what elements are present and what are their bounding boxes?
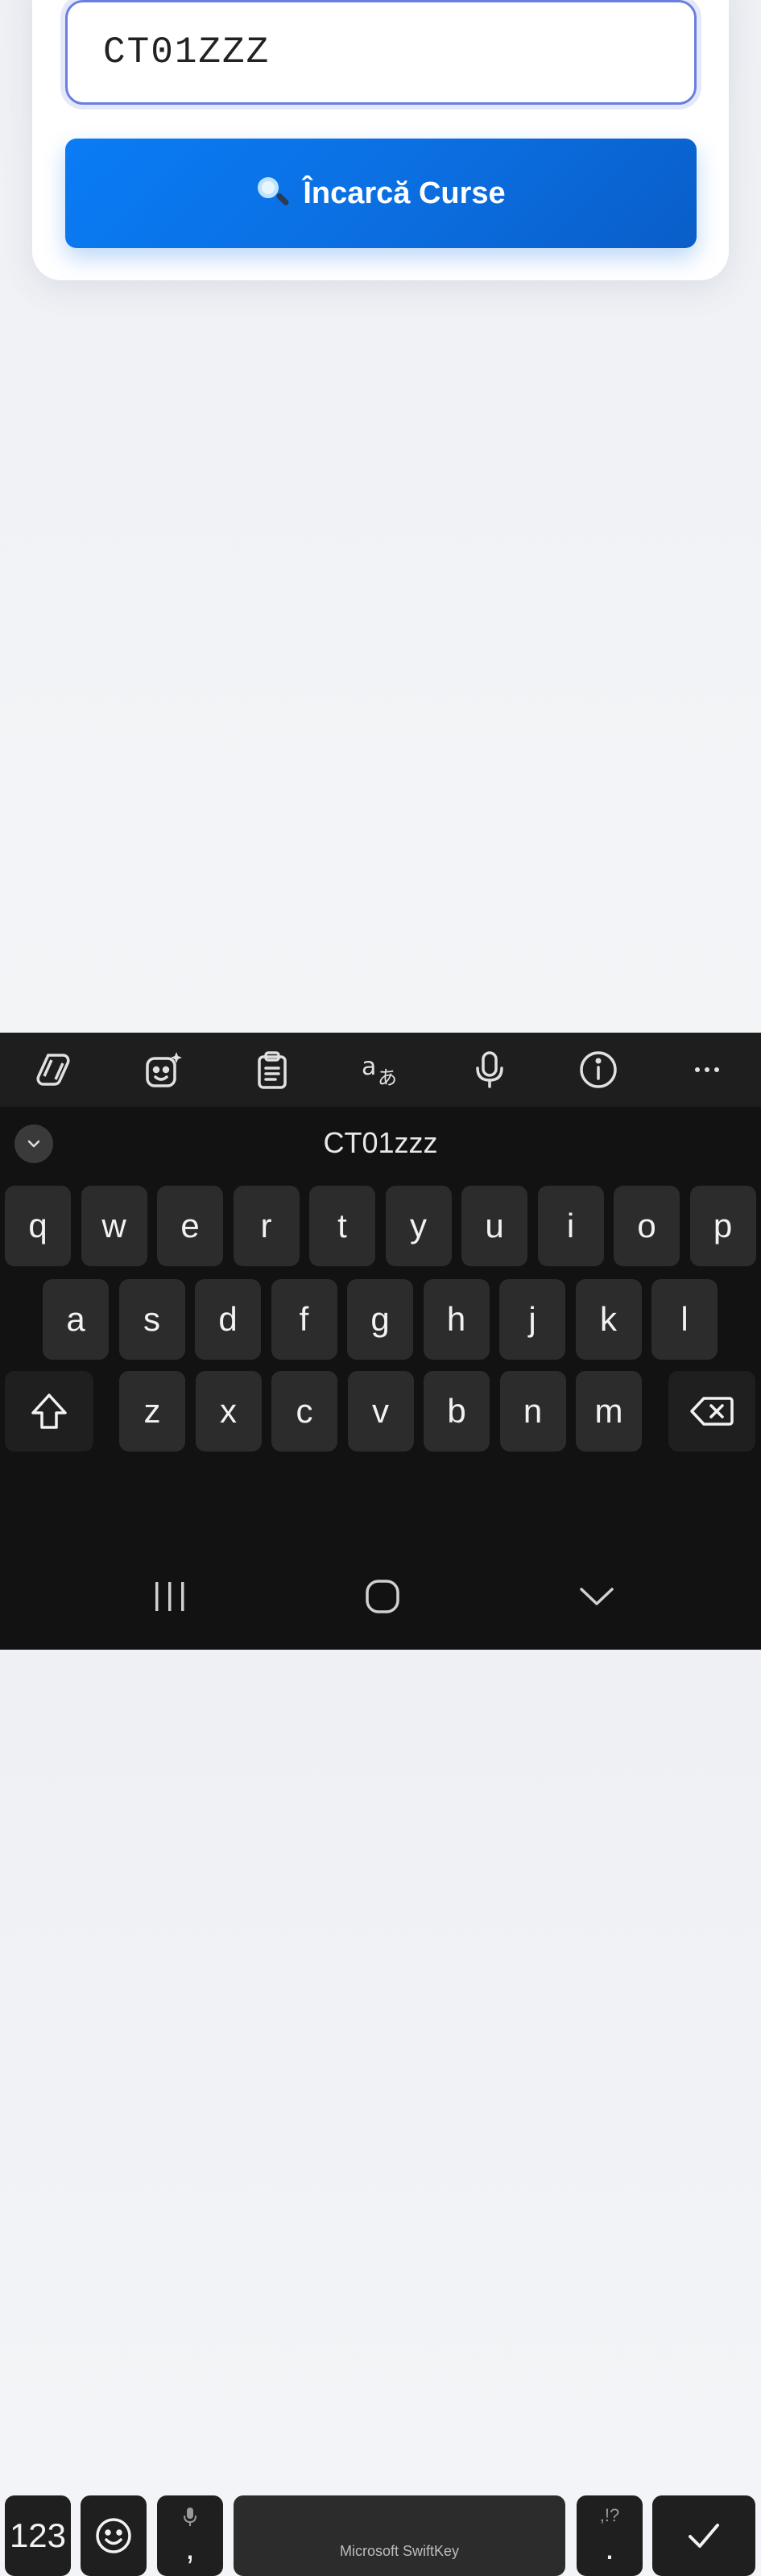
microphone-icon[interactable] (465, 1046, 514, 1094)
key-g[interactable]: g (347, 1279, 413, 1360)
key-l[interactable]: l (651, 1279, 718, 1360)
key-m[interactable]: m (576, 1371, 642, 1452)
chevron-down-icon[interactable] (14, 1124, 53, 1163)
checkmark-icon (689, 2524, 719, 2548)
enter-check-key[interactable] (652, 2495, 755, 2576)
key-o[interactable]: o (614, 1186, 680, 1266)
keyboard-toolbar: a あ (0, 1033, 761, 1107)
code-input-value: CT01ZZZ (103, 31, 271, 73)
suggestion-word[interactable]: CT01zzz (323, 1126, 437, 1160)
back-button[interactable] (560, 1564, 633, 1629)
magnifier-icon (256, 176, 292, 211)
key-j[interactable]: j (499, 1279, 565, 1360)
mic-small-icon (184, 2508, 196, 2526)
shift-key[interactable] (5, 1371, 93, 1452)
emoji-key[interactable] (81, 2495, 147, 2576)
key-h[interactable]: h (423, 1279, 490, 1360)
key-b[interactable]: b (424, 1371, 490, 1452)
key-t[interactable]: t (309, 1186, 375, 1266)
recent-apps-icon (155, 1582, 184, 1611)
shift-arrow-icon (31, 1394, 67, 1429)
key-y[interactable]: y (385, 1186, 452, 1266)
svg-text:a: a (362, 1053, 376, 1081)
key-p[interactable]: p (689, 1186, 756, 1266)
chevron-down-icon (580, 1588, 614, 1605)
home-icon (366, 1580, 399, 1613)
key-v[interactable]: v (347, 1371, 414, 1452)
more-icon[interactable] (683, 1046, 731, 1094)
key-s[interactable]: s (118, 1279, 185, 1360)
period-label: . (605, 2528, 614, 2566)
load-courses-button[interactable]: Încarcă Curse (65, 139, 697, 248)
key-z[interactable]: z (119, 1371, 185, 1452)
key-a[interactable]: a (43, 1279, 109, 1360)
backspace-key[interactable] (668, 1371, 755, 1452)
system-navbar (0, 1547, 761, 1650)
comma-key[interactable]: , (157, 2495, 223, 2576)
numbers-key[interactable]: 123 (5, 2495, 71, 2576)
key-r[interactable]: r (233, 1186, 300, 1266)
recent-apps-button[interactable] (134, 1564, 206, 1629)
sticker-icon[interactable] (139, 1046, 188, 1094)
copilot-icon[interactable] (31, 1046, 79, 1094)
key-u[interactable]: u (461, 1186, 527, 1266)
comma-label: , (185, 2528, 195, 2566)
emoji-icon (96, 2518, 131, 2553)
key-w[interactable]: w (81, 1186, 147, 1266)
key-x[interactable]: x (195, 1371, 262, 1452)
suggestion-bar: CT01zzz (0, 1107, 761, 1179)
space-key-label: Microsoft SwiftKey (339, 2543, 460, 2559)
key-n[interactable]: n (499, 1371, 566, 1452)
code-input-field[interactable]: CT01ZZZ (65, 0, 697, 105)
key-q[interactable]: q (5, 1186, 71, 1266)
svg-text:あ: あ (378, 1066, 397, 1089)
key-f[interactable]: f (271, 1279, 337, 1360)
key-c[interactable]: c (271, 1371, 337, 1452)
clipboard-icon[interactable] (248, 1046, 296, 1094)
period-key[interactable]: ,!? . (577, 2495, 643, 2576)
home-button[interactable] (346, 1564, 419, 1629)
key-i[interactable]: i (537, 1186, 604, 1266)
backspace-icon (690, 1397, 734, 1426)
space-key[interactable]: Microsoft SwiftKey (234, 2495, 565, 2576)
key-e[interactable]: e (157, 1186, 223, 1266)
key-k[interactable]: k (575, 1279, 642, 1360)
period-alt-label: ,!? (599, 2505, 620, 2525)
key-d[interactable]: d (195, 1279, 261, 1360)
translate-icon[interactable]: a あ (357, 1046, 405, 1094)
load-courses-label: Încarcă Curse (303, 176, 506, 210)
info-icon[interactable] (574, 1046, 622, 1094)
